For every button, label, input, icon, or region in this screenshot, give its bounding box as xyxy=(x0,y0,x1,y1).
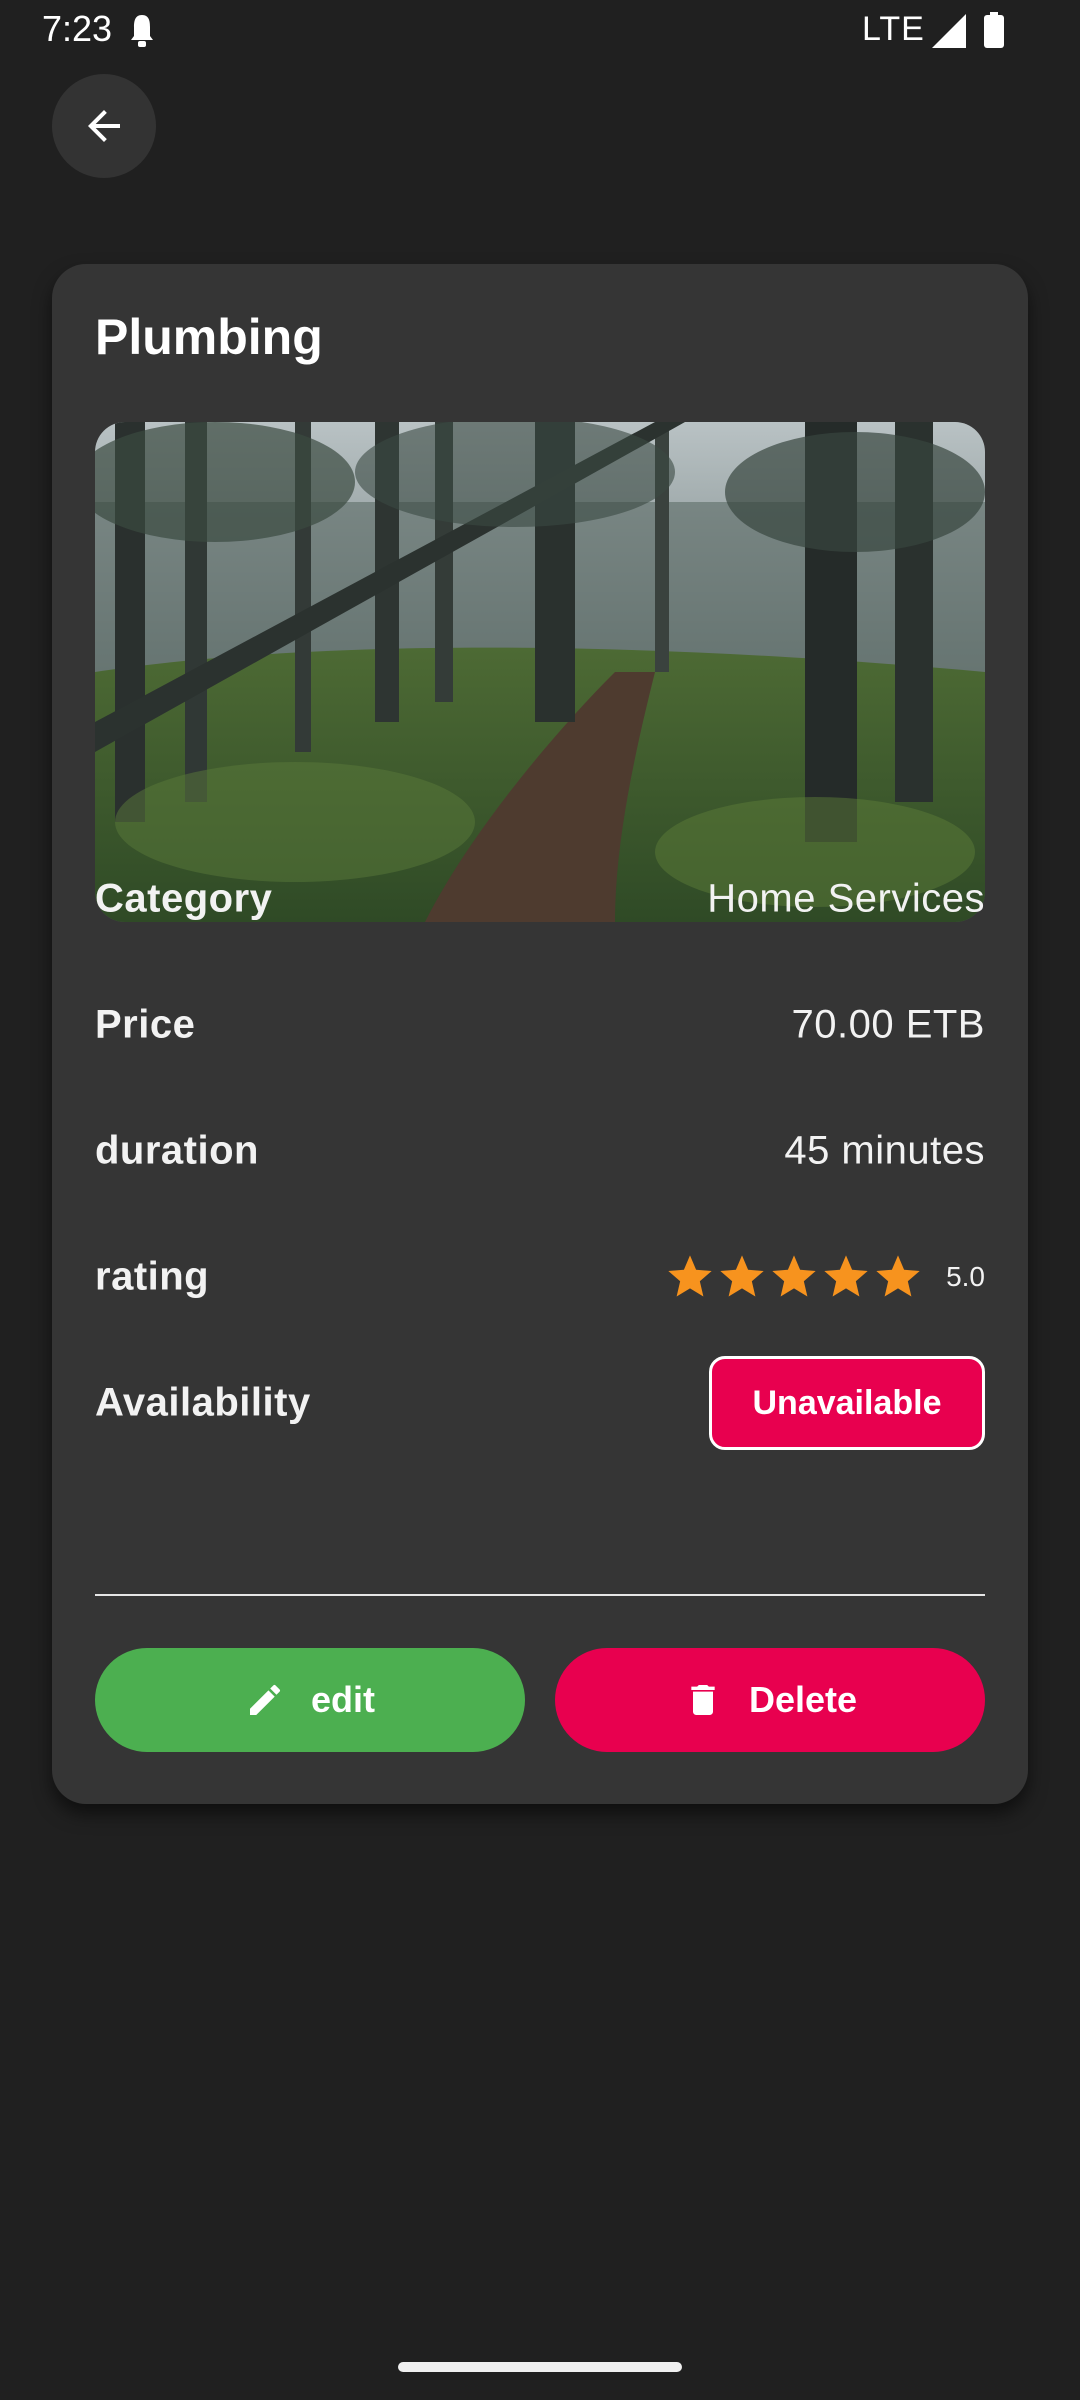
alarm-icon xyxy=(131,15,153,47)
back-button[interactable] xyxy=(52,74,156,178)
duration-label: duration xyxy=(95,1128,259,1173)
delete-button[interactable]: Delete xyxy=(555,1648,985,1752)
status-time: 7:23 xyxy=(42,8,113,49)
star-icon xyxy=(668,1255,712,1297)
duration-row: duration 45 minutes xyxy=(95,1116,985,1186)
divider xyxy=(95,1594,985,1596)
star-icon xyxy=(824,1255,868,1297)
rating-stars xyxy=(664,1251,924,1303)
home-indicator[interactable] xyxy=(398,2362,682,2372)
rating-label: rating xyxy=(95,1254,210,1299)
category-row: Category Home Services xyxy=(95,864,985,934)
duration-value: 45 minutes xyxy=(784,1128,985,1173)
pencil-icon xyxy=(249,1684,280,1715)
edit-label: edit xyxy=(310,1679,375,1720)
star-icon xyxy=(720,1255,764,1297)
trash-icon xyxy=(691,1685,715,1715)
edit-button[interactable]: edit xyxy=(95,1648,525,1752)
availability-row: Availability Unavailable xyxy=(95,1356,985,1450)
service-title: Plumbing xyxy=(95,309,323,365)
service-detail-screen: 7:23 LTE Plumbing Category Home Services… xyxy=(0,0,1080,2400)
category-label: Category xyxy=(95,876,273,921)
network-type: LTE xyxy=(862,10,925,48)
arrow-left-icon xyxy=(88,110,120,142)
signal-icon xyxy=(932,14,966,48)
rating-row: rating 5.0 xyxy=(95,1242,985,1312)
price-value: 70.00 ETB xyxy=(791,1002,985,1047)
availability-status-button[interactable]: Unavailable xyxy=(709,1356,985,1450)
price-label: Price xyxy=(95,1002,196,1047)
price-row: Price 70.00 ETB xyxy=(95,990,985,1060)
service-card: Plumbing Category Home Services Price 70… xyxy=(52,264,1028,1804)
availability-label: Availability xyxy=(95,1380,311,1425)
battery-icon xyxy=(984,12,1004,48)
category-value: Home Services xyxy=(707,876,985,921)
status-bar: 7:23 LTE xyxy=(0,0,1080,62)
service-image xyxy=(95,422,985,922)
rating-display: 5.0 xyxy=(664,1251,985,1303)
star-icon xyxy=(772,1255,816,1297)
star-icon xyxy=(876,1255,920,1297)
rating-value: 5.0 xyxy=(946,1261,985,1292)
delete-label: Delete xyxy=(748,1679,858,1720)
